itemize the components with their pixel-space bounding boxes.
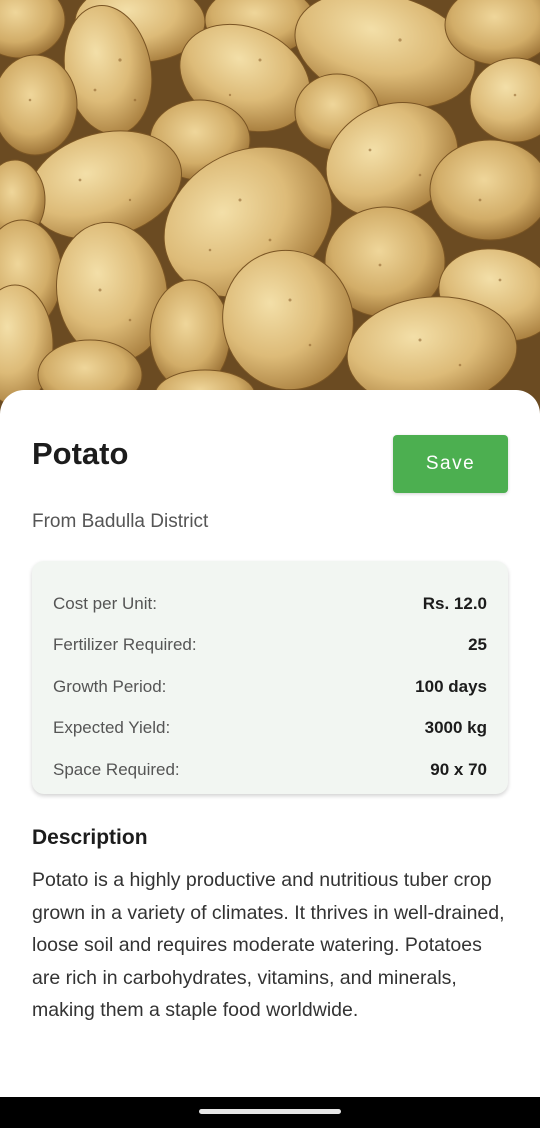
- spec-value: Rs. 12.0: [422, 593, 487, 613]
- spec-label: Expected Yield:: [53, 718, 171, 738]
- hero-image: [0, 0, 540, 420]
- spec-row-fertilizer: Fertilizer Required: 25: [53, 625, 487, 667]
- spec-label: Growth Period:: [53, 676, 167, 696]
- crop-origin: From Badulla District: [32, 511, 209, 532]
- crop-detail-sheet: Potato Save From Badulla District Cost p…: [0, 390, 540, 1097]
- potatoes-photo: [0, 0, 540, 420]
- spec-row-yield: Expected Yield: 3000 kg: [53, 708, 487, 750]
- gesture-handle[interactable]: [199, 1109, 341, 1114]
- system-nav-bar: [0, 1097, 540, 1128]
- spec-value: 3000 kg: [424, 718, 487, 738]
- description-text: Potato is a highly productive and nutrit…: [32, 869, 505, 1021]
- spec-value: 90 x 70: [430, 759, 487, 779]
- save-button[interactable]: Save: [393, 435, 508, 493]
- spec-row-space: Space Required: 90 x 70: [53, 749, 487, 791]
- description-heading: Description: [32, 826, 148, 849]
- crop-title: Potato: [32, 436, 129, 471]
- spec-label: Cost per Unit:: [53, 593, 157, 613]
- spec-value: 100 days: [415, 676, 487, 696]
- spec-value: 25: [468, 635, 487, 655]
- specs-card: Cost per Unit: Rs. 12.0 Fertilizer Requi…: [32, 561, 508, 794]
- spec-row-growth-period: Growth Period: 100 days: [53, 666, 487, 708]
- spec-row-cost: Cost per Unit: Rs. 12.0: [53, 583, 487, 625]
- spec-label: Fertilizer Required:: [53, 635, 197, 655]
- spec-label: Space Required:: [53, 759, 180, 779]
